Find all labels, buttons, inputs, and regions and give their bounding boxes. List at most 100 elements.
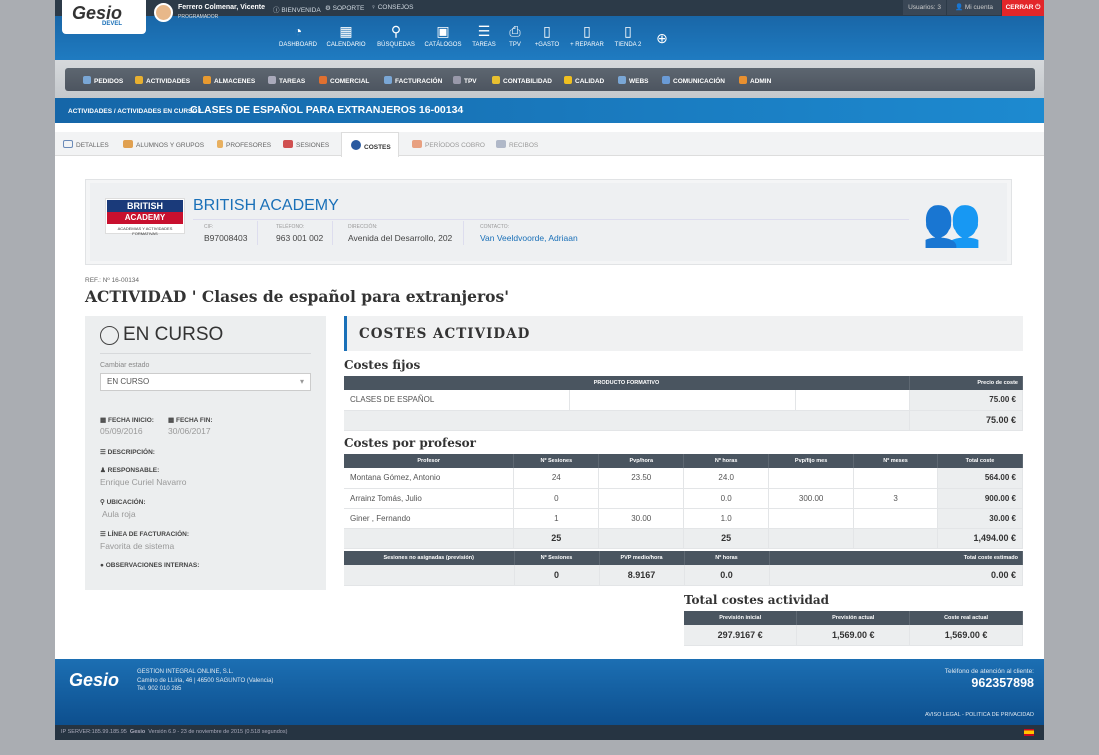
table-cell: 23.50 bbox=[598, 468, 685, 489]
nav-tareas[interactable]: ☰ TAREAS bbox=[468, 23, 500, 53]
divider bbox=[100, 353, 311, 354]
students-icon bbox=[123, 140, 133, 148]
table-cell bbox=[598, 528, 685, 549]
menu-almacenes[interactable]: ALMACENES bbox=[203, 76, 255, 85]
calendar-icon: ▦ bbox=[339, 23, 353, 39]
table-cell: 0 bbox=[513, 488, 600, 509]
company-logo-mid: ACADEMY bbox=[107, 212, 183, 224]
tab-sesiones[interactable]: SESIONES bbox=[283, 140, 329, 149]
menu-label: COMUNICACIÓN bbox=[673, 78, 725, 85]
accounting-icon bbox=[492, 76, 500, 84]
col-header: Nº horas bbox=[683, 454, 770, 468]
nav-label: + REPARAR bbox=[570, 42, 604, 48]
globe-icon bbox=[618, 76, 626, 84]
menu-tareas[interactable]: TAREAS bbox=[268, 76, 305, 85]
mi-cuenta-link[interactable]: 👤 Mi cuenta bbox=[947, 0, 1001, 15]
tab-recibos[interactable]: RECIBOS bbox=[496, 140, 538, 149]
breadcrumb-path[interactable]: ACTIVIDADES / ACTIVIDADES EN CURSO / bbox=[68, 108, 201, 115]
coin-icon bbox=[351, 140, 361, 150]
ubicacion-label: ⚲ UBICACIÓN: bbox=[100, 498, 146, 506]
page: Gesio DEVEL Ferrero Colmenar, Vicente PR… bbox=[55, 0, 1044, 740]
link-label: BIENVENIDA bbox=[281, 7, 321, 14]
divider bbox=[332, 221, 333, 245]
footer-legal-link[interactable]: AVISO LEGAL - POLITICA DE PRIVACIDAD bbox=[925, 712, 1034, 718]
link-soporte[interactable]: ⚙ SOPORTE bbox=[325, 4, 364, 12]
link-consejos[interactable]: ♀ CONSEJOS bbox=[371, 4, 413, 11]
col-header: Previsión actual bbox=[796, 611, 911, 625]
contact-value[interactable]: Van Veeldvoorde, Adriaan bbox=[480, 233, 578, 243]
document-icon: ▯ bbox=[543, 23, 551, 39]
nav-add[interactable]: ⊕ bbox=[652, 30, 672, 60]
menu-label: TPV bbox=[464, 78, 477, 85]
table-cell: 30.00 bbox=[598, 508, 685, 529]
nav-label: BÚSQUEDAS bbox=[377, 42, 415, 48]
activities-icon bbox=[135, 76, 143, 84]
nav-tienda[interactable]: ▯ TIENDA 2 bbox=[612, 23, 644, 53]
link-bienvenida[interactable]: ⓘ BIENVENIDA bbox=[273, 4, 321, 14]
tab-costes[interactable]: COSTES bbox=[351, 140, 391, 151]
status-select[interactable]: EN CURSO ▾ bbox=[100, 373, 311, 391]
menu-comunicacion[interactable]: COMUNICACIÓN bbox=[662, 76, 725, 85]
power-icon: ⏻ bbox=[1035, 4, 1041, 11]
descripcion-label: ☰ DESCRIPCIÓN: bbox=[100, 448, 155, 456]
responsable-label-text: RESPONSABLE: bbox=[107, 467, 160, 474]
table-row: CLASES DE ESPAÑOL 75.00 € bbox=[344, 390, 1023, 411]
menu-label: ADMIN bbox=[750, 78, 772, 85]
linea-label: ☰ LÍNEA DE FACTURACIÓN: bbox=[100, 530, 189, 538]
company-name[interactable]: BRITISH ACADEMY bbox=[193, 197, 339, 215]
nav-dashboard[interactable]: ◔ DASHBOARD bbox=[277, 23, 319, 53]
col-header: Pvp/hora bbox=[598, 454, 685, 468]
footer-line: Tel. 902 010 285 bbox=[137, 686, 182, 692]
menu-label: ALMACENES bbox=[214, 78, 256, 85]
menu-tpv[interactable]: TPV bbox=[453, 76, 477, 85]
table-cell bbox=[768, 508, 855, 529]
nav-gasto[interactable]: ▯ +GASTO bbox=[531, 23, 563, 53]
warehouse-icon bbox=[203, 76, 211, 84]
spain-flag-icon[interactable] bbox=[1024, 729, 1034, 736]
tab-profesores[interactable]: PROFESORES bbox=[217, 140, 271, 149]
table-cell: 0.0 bbox=[684, 565, 770, 586]
avatar[interactable] bbox=[154, 3, 173, 22]
dashboard-icon: ◔ bbox=[293, 23, 303, 39]
user-name: Ferrero Colmenar, Vicente bbox=[178, 4, 266, 11]
tab-label: RECIBOS bbox=[509, 142, 539, 149]
col-header: Nº meses bbox=[853, 454, 938, 468]
linea-value: Favorita de sistema bbox=[100, 541, 175, 551]
tab-alumnos[interactable]: ALUMNOS Y GRUPOS bbox=[123, 140, 204, 149]
nav-tpv[interactable]: ⎙ TPV bbox=[502, 23, 528, 53]
menu-label: ACTIVIDADES bbox=[146, 78, 191, 85]
table-cell: Giner , Fernando bbox=[344, 508, 515, 529]
table-cell: 75.00 € bbox=[909, 390, 1023, 411]
observaciones-label: ● OBSERVACIONES INTERNAS: bbox=[100, 562, 199, 569]
cerrar-button[interactable]: CERRAR ⏻ bbox=[1002, 0, 1044, 16]
tab-periodos[interactable]: PERÍODOS COBRO bbox=[412, 140, 485, 149]
calendar-icon: ▦ bbox=[100, 417, 107, 424]
tab-detalles[interactable]: DETALLES bbox=[63, 140, 109, 149]
nav-calendario[interactable]: ▦ CALENDARIO bbox=[325, 23, 367, 53]
menu-pedidos[interactable]: PEDIDOS bbox=[83, 76, 123, 85]
nav-catalogos[interactable]: ▣ CATÁLOGOS bbox=[422, 23, 464, 53]
table-cell: 297.9167 € bbox=[684, 625, 798, 646]
table-cell bbox=[569, 390, 797, 411]
menu-calidad[interactable]: CALIDAD bbox=[564, 76, 604, 85]
menu-facturacion[interactable]: FACTURACIÓN bbox=[384, 76, 442, 85]
dir-value: Avenida del Desarrollo, 202 bbox=[348, 233, 453, 243]
table-cell: 0.0 bbox=[683, 488, 770, 509]
ubicacion-label-text: UBICACIÓN: bbox=[106, 499, 146, 506]
footer-phone-label: Teléfono de atención al cliente: bbox=[944, 668, 1034, 675]
table-cell: Arrainz Tomás, Julio bbox=[344, 488, 515, 509]
descripcion-label-text: DESCRIPCIÓN: bbox=[107, 449, 155, 456]
nav-busquedas[interactable]: ⚲ BÚSQUEDAS bbox=[375, 23, 417, 53]
list-icon: ☰ bbox=[100, 449, 106, 456]
menu-admin[interactable]: ADMIN bbox=[739, 76, 771, 85]
menu-comercial[interactable]: COMERCIAL bbox=[319, 76, 369, 85]
menu-contabilidad[interactable]: CONTABILIDAD bbox=[492, 76, 552, 85]
total-costes-title: Total costes actividad bbox=[684, 593, 830, 607]
tel-label: TELÉFONO: bbox=[276, 224, 305, 230]
menu-actividades[interactable]: ACTIVIDADES bbox=[135, 76, 190, 85]
col-header: Total coste bbox=[937, 454, 1023, 468]
document-icon: ▯ bbox=[624, 23, 632, 39]
menu-webs[interactable]: WEBS bbox=[618, 76, 649, 85]
footer-phone: 962357898 bbox=[971, 676, 1034, 690]
nav-reparar[interactable]: ▯ + REPARAR bbox=[567, 23, 607, 53]
